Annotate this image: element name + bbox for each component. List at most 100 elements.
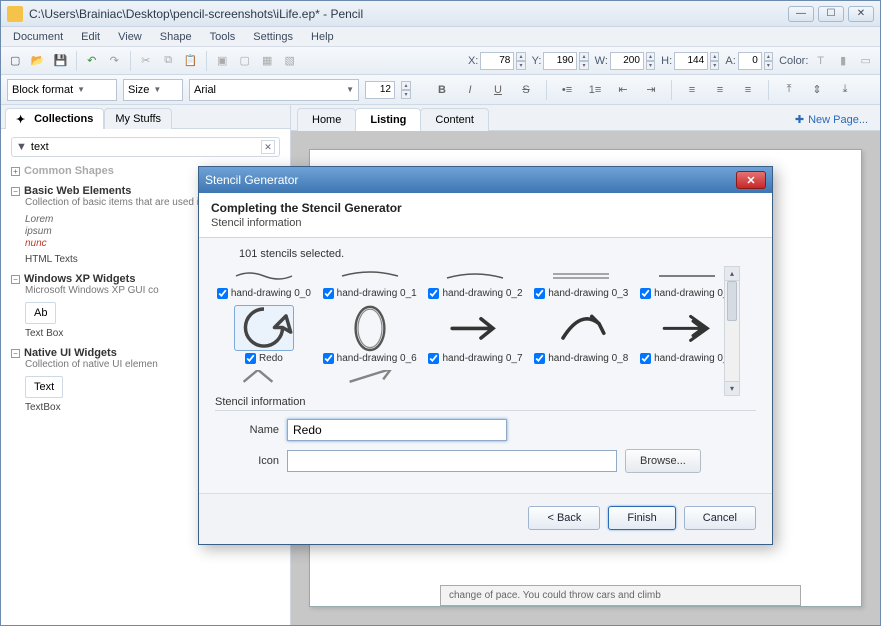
stencil-item[interactable]: hand-drawing 0_9 — [638, 305, 736, 364]
stencil-checkbox[interactable] — [428, 353, 439, 364]
stroke-color-icon[interactable]: ▭ — [855, 50, 876, 72]
bring-front-icon[interactable]: ▣ — [212, 50, 233, 72]
tab-mystuffs[interactable]: My Stuffs — [104, 108, 172, 129]
italic-icon[interactable]: I — [459, 79, 481, 101]
finish-button[interactable]: Finish — [608, 506, 675, 530]
tab-home[interactable]: Home — [297, 108, 356, 131]
stencil-checkbox[interactable] — [323, 353, 334, 364]
stencil-checkbox[interactable] — [534, 288, 545, 299]
y-input[interactable] — [543, 52, 577, 70]
copy-icon[interactable]: ⧉ — [158, 50, 179, 72]
strike-icon[interactable]: S — [515, 79, 537, 101]
stencil-item[interactable]: hand-drawing 0_0 — [215, 266, 313, 299]
collapse-icon[interactable]: − — [11, 187, 20, 196]
browse-button[interactable]: Browse... — [625, 449, 701, 473]
stencil-item-selected[interactable]: Redo — [215, 305, 313, 364]
align-right-icon[interactable]: ≡ — [737, 79, 759, 101]
stencil-checkbox[interactable] — [217, 288, 228, 299]
back-button[interactable]: < Back — [528, 506, 600, 530]
xp-textbox-chip[interactable]: Ab — [25, 302, 56, 324]
dialog-titlebar[interactable]: Stencil Generator ✕ — [199, 167, 772, 193]
redo-icon[interactable]: ↷ — [104, 50, 125, 72]
align-left-icon[interactable]: ≡ — [681, 79, 703, 101]
outdent-icon[interactable]: ⇤ — [612, 79, 634, 101]
open-icon[interactable]: 📂 — [28, 50, 49, 72]
clear-search-icon[interactable]: ✕ — [261, 140, 275, 154]
align-center-icon[interactable]: ≡ — [709, 79, 731, 101]
y-spinner[interactable]: ▴▾ — [579, 52, 588, 70]
menu-help[interactable]: Help — [303, 29, 342, 45]
stencil-checkbox[interactable] — [534, 353, 545, 364]
stencil-checkbox[interactable] — [640, 288, 651, 299]
tab-content[interactable]: Content — [420, 108, 489, 131]
new-page-button[interactable]: ✚ New Page... — [789, 109, 874, 130]
stencil-item[interactable]: hand-drawing 0_2 — [427, 266, 525, 299]
h-input[interactable] — [674, 52, 708, 70]
tab-listing[interactable]: Listing — [355, 108, 421, 131]
search-input[interactable] — [31, 141, 257, 153]
font-size-input[interactable] — [365, 81, 395, 99]
cancel-button[interactable]: Cancel — [684, 506, 756, 530]
new-doc-icon[interactable]: ▢ — [5, 50, 26, 72]
menu-shape[interactable]: Shape — [152, 29, 200, 45]
collapse-icon[interactable]: − — [11, 349, 20, 358]
stencil-checkbox[interactable] — [245, 353, 256, 364]
paste-icon[interactable]: 📋 — [180, 50, 201, 72]
stencil-item[interactable]: hand-drawing 0_4 — [638, 266, 736, 299]
stencil-item[interactable]: hand-drawing 0_3 — [532, 266, 630, 299]
x-input[interactable] — [480, 52, 514, 70]
cut-icon[interactable]: ✂ — [135, 50, 156, 72]
stencil-checkbox[interactable] — [428, 288, 439, 299]
w-input[interactable] — [610, 52, 644, 70]
dialog-close-button[interactable]: ✕ — [736, 171, 766, 189]
w-spinner[interactable]: ▴▾ — [646, 52, 655, 70]
fill-color-icon[interactable]: ▮ — [833, 50, 854, 72]
tab-collections[interactable]: ✦ Collections — [5, 108, 104, 129]
block-format-combo[interactable]: Block format ▼ — [7, 79, 117, 101]
stencil-item[interactable]: hand-drawing 0_8 — [532, 305, 630, 364]
group-icon[interactable]: ▦ — [257, 50, 278, 72]
expand-icon[interactable]: + — [11, 167, 20, 176]
stencil-checkbox[interactable] — [323, 288, 334, 299]
menu-settings[interactable]: Settings — [245, 29, 301, 45]
undo-icon[interactable]: ↶ — [81, 50, 102, 72]
x-spinner[interactable]: ▴▾ — [516, 52, 525, 70]
ol-icon[interactable]: 1≡ — [584, 79, 606, 101]
bold-icon[interactable]: B — [431, 79, 453, 101]
scroll-thumb[interactable] — [727, 281, 737, 321]
minimize-button[interactable]: — — [788, 6, 814, 22]
native-text-chip[interactable]: Text — [25, 376, 63, 398]
icon-input[interactable] — [287, 450, 617, 472]
stencil-item[interactable]: hand-drawing 0_1 — [321, 266, 419, 299]
close-button[interactable]: ✕ — [848, 6, 874, 22]
a-spinner[interactable]: ▴▾ — [764, 52, 773, 70]
menu-edit[interactable]: Edit — [73, 29, 108, 45]
h-spinner[interactable]: ▴▾ — [710, 52, 719, 70]
ul-icon[interactable]: •≡ — [556, 79, 578, 101]
stencil-item[interactable]: hand-drawing 0_6 — [321, 305, 419, 364]
send-back-icon[interactable]: ▢ — [234, 50, 255, 72]
name-input[interactable] — [287, 419, 507, 441]
a-input[interactable] — [738, 52, 762, 70]
scroll-up-icon[interactable]: ▴ — [725, 267, 739, 281]
menu-tools[interactable]: Tools — [202, 29, 244, 45]
font-combo[interactable]: Arial ▼ — [189, 79, 359, 101]
save-icon[interactable]: 💾 — [50, 50, 71, 72]
titlebar[interactable]: C:\Users\Brainiac\Desktop\pencil-screens… — [1, 1, 880, 27]
underline-icon[interactable]: U — [487, 79, 509, 101]
menu-view[interactable]: View — [110, 29, 150, 45]
menu-document[interactable]: Document — [5, 29, 71, 45]
collapse-icon[interactable]: − — [11, 275, 20, 284]
stencil-checkbox[interactable] — [640, 353, 651, 364]
font-size-spinner[interactable]: ▴▾ — [401, 81, 411, 99]
size-combo[interactable]: Size ▼ — [123, 79, 183, 101]
valign-top-icon[interactable]: ⤒ — [778, 79, 800, 101]
valign-mid-icon[interactable]: ⇕ — [806, 79, 828, 101]
ungroup-icon[interactable]: ▧ — [279, 50, 300, 72]
valign-bot-icon[interactable]: ⤓ — [834, 79, 856, 101]
text-color-icon[interactable]: T — [810, 50, 831, 72]
stencil-item[interactable]: hand-drawing 0_7 — [427, 305, 525, 364]
maximize-button[interactable]: ☐ — [818, 6, 844, 22]
indent-icon[interactable]: ⇥ — [640, 79, 662, 101]
filter-icon[interactable]: ▼ — [16, 141, 27, 153]
